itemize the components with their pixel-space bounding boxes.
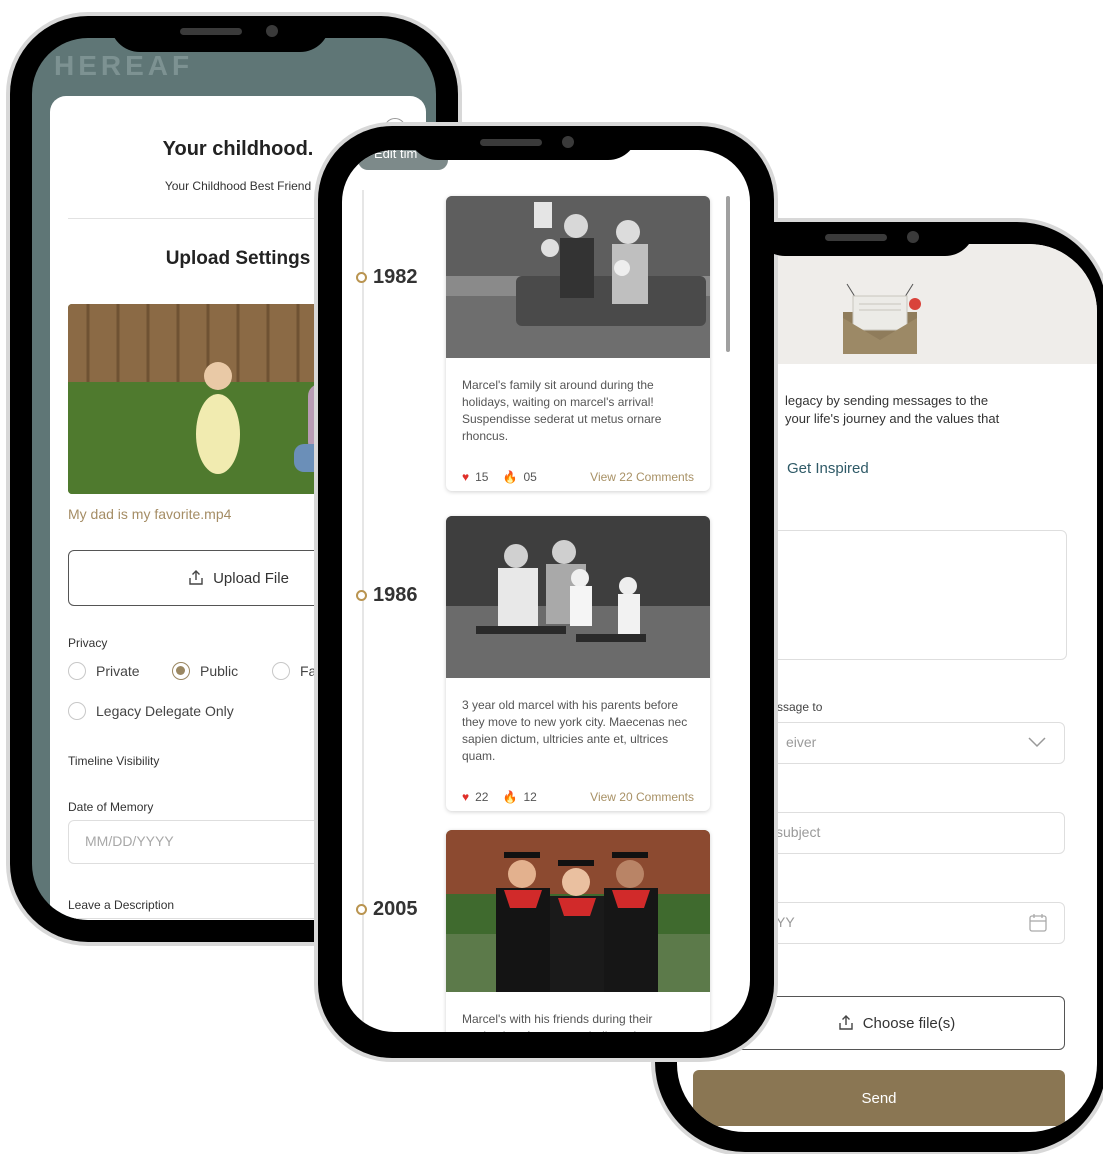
memory-description: 3 year old marcel with his parents befor…	[462, 698, 688, 763]
get-inspired-link[interactable]: Get Inspired	[787, 460, 869, 477]
timeline-year: 1986	[356, 584, 418, 607]
timeline-marker	[356, 272, 367, 283]
timeline-visibility-label: Timeline Visibility	[68, 754, 160, 768]
view-comments-link[interactable]: View 20 Comments	[590, 790, 694, 804]
app-header-logo: HEREAF	[54, 50, 194, 81]
phone-timeline: Edit tim 1982 Marcel's family sit around…	[318, 126, 774, 1058]
radio-legacy-delegate[interactable]: Legacy Delegate Only	[68, 702, 234, 720]
radio-public-label: Public	[200, 663, 239, 679]
chevron-down-icon	[1028, 737, 1046, 748]
camera	[562, 136, 574, 148]
camera	[266, 25, 278, 37]
memory-stats: ♥ 15 🔥 05 View 22 Comments	[446, 455, 710, 491]
memory-description: Marcel's with his friends during their g…	[462, 1012, 669, 1032]
year-label: 1986	[373, 584, 418, 606]
privacy-label: Privacy	[68, 636, 108, 650]
radio-circle	[272, 662, 290, 680]
camera	[907, 231, 919, 243]
view-comments-link[interactable]: View 22 Comments	[590, 470, 694, 484]
fire-icon[interactable]: 🔥	[502, 470, 517, 484]
scrollbar[interactable]	[726, 196, 730, 352]
memory-card[interactable]: Marcel's with his friends during their g…	[446, 830, 710, 1032]
date-of-memory-label: Date of Memory	[68, 800, 154, 814]
date-input[interactable]: YY	[755, 902, 1065, 944]
send-button[interactable]: Send	[693, 1070, 1065, 1126]
timeline-year: 1982	[356, 266, 418, 289]
memory-card[interactable]: 3 year old marcel with his parents befor…	[446, 516, 710, 811]
radio-legacy-label: Legacy Delegate Only	[96, 703, 234, 719]
timeline-year: 2005	[356, 898, 418, 921]
radio-circle	[68, 662, 86, 680]
memory-stats: ♥ 22 🔥 12 View 20 Comments	[446, 775, 710, 811]
timeline-screen: Edit tim 1982 Marcel's family sit around…	[342, 150, 750, 1032]
fire-count: 05	[523, 470, 537, 484]
date-placeholder: MM/DD/YYYY	[85, 833, 174, 849]
year-label: 2005	[373, 898, 418, 920]
date-placeholder: YY	[776, 914, 795, 930]
radio-circle-selected	[172, 662, 190, 680]
receiver-placeholder: eiver	[786, 734, 817, 750]
memory-photo	[446, 196, 710, 358]
choose-files-label: Choose file(s)	[862, 1014, 956, 1032]
description-label: Leave a Description	[68, 898, 175, 912]
speaker	[180, 28, 242, 35]
year-label: 1982	[373, 266, 418, 288]
phone-notch	[755, 222, 975, 256]
receiver-select[interactable]: eiver	[755, 722, 1065, 764]
choose-files-button[interactable]: Choose file(s)	[727, 996, 1065, 1050]
memory-photo	[446, 516, 710, 678]
timeline-marker	[356, 904, 367, 915]
heart-icon[interactable]: ♥	[462, 790, 469, 804]
heart-icon[interactable]: ♥	[462, 470, 469, 484]
file-name: My dad is my favorite.mp4	[68, 506, 232, 522]
phone-notch	[110, 16, 330, 52]
fire-icon[interactable]: 🔥	[502, 790, 517, 804]
subject-input[interactable]: subject	[755, 812, 1065, 854]
send-to-label: ssage to	[777, 700, 823, 714]
heart-count: 15	[475, 470, 489, 484]
memory-card[interactable]: Marcel's family sit around during the ho…	[446, 196, 710, 491]
fire-count: 12	[523, 790, 537, 804]
radio-family[interactable]: Fa	[272, 662, 316, 680]
speaker	[825, 234, 887, 241]
upload-file-label: Upload File	[213, 569, 289, 587]
upload-icon	[189, 570, 203, 585]
message-textarea[interactable]	[755, 530, 1067, 660]
upload-icon	[839, 1015, 853, 1030]
radio-circle	[68, 702, 86, 720]
calendar-icon[interactable]	[1028, 913, 1048, 933]
intro-line-2: your life's journey and the values that	[785, 411, 1000, 426]
timeline-marker	[356, 590, 367, 601]
radio-family-label: Fa	[300, 663, 317, 679]
memory-photo	[446, 830, 710, 992]
phone-notch	[408, 126, 638, 160]
envelope-illustration	[843, 283, 921, 354]
intro-text: legacy by sending messages to the your l…	[785, 392, 1085, 428]
intro-line-1: legacy by sending messages to the	[785, 393, 989, 408]
radio-private[interactable]: Private	[68, 662, 140, 680]
subject-placeholder: subject	[776, 824, 821, 840]
speaker	[480, 139, 542, 146]
heart-count: 22	[475, 790, 489, 804]
radio-private-label: Private	[96, 663, 140, 679]
radio-public[interactable]: Public	[172, 662, 238, 680]
memory-description: Marcel's family sit around during the ho…	[462, 378, 662, 443]
